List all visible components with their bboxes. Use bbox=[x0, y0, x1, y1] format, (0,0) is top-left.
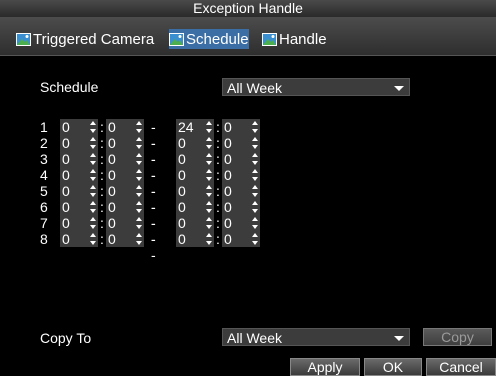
end-minute-field[interactable]: 0 bbox=[222, 135, 250, 151]
row-number: 4 bbox=[40, 167, 48, 183]
tab-divider bbox=[0, 55, 496, 56]
ok-button[interactable]: OK bbox=[364, 358, 422, 376]
start-hour-field[interactable]: 0 bbox=[60, 199, 88, 215]
start-minute-spinner[interactable] bbox=[134, 135, 144, 151]
start-minute-field[interactable]: 0 bbox=[106, 167, 134, 183]
landscape-picture-icon bbox=[262, 32, 277, 46]
start-hour-spinner[interactable] bbox=[88, 119, 98, 135]
cancel-button[interactable]: Cancel bbox=[426, 358, 496, 376]
start-hour-spinner[interactable] bbox=[88, 231, 98, 247]
start-minute-spinner[interactable] bbox=[134, 183, 144, 199]
start-hour-spinner[interactable] bbox=[88, 151, 98, 167]
start-hour-field[interactable]: 0 bbox=[60, 183, 88, 199]
end-minute-spinner[interactable] bbox=[250, 215, 260, 231]
end-hour-field[interactable]: 0 bbox=[176, 151, 204, 167]
start-minute-field[interactable]: 0 bbox=[106, 231, 134, 247]
tab-handle-label: Handle bbox=[279, 30, 327, 48]
start-hour-field[interactable]: 0 bbox=[60, 151, 88, 167]
start-minute-spinner[interactable] bbox=[134, 215, 144, 231]
start-minute-field[interactable]: 0 bbox=[106, 215, 134, 231]
end-hour-spinner[interactable] bbox=[204, 151, 214, 167]
chevron-down-icon bbox=[394, 336, 404, 341]
end-hour-spinner[interactable] bbox=[204, 183, 214, 199]
row-number: 5 bbox=[40, 183, 48, 199]
tab-handle[interactable]: Handle bbox=[262, 29, 327, 49]
row-number: 1 bbox=[40, 119, 48, 135]
end-minute-spinner[interactable] bbox=[250, 199, 260, 215]
end-minute-spinner[interactable] bbox=[250, 119, 260, 135]
end-minute-spinner[interactable] bbox=[250, 231, 260, 247]
start-minute-field[interactable]: 0 bbox=[106, 151, 134, 167]
end-hour-spinner[interactable] bbox=[204, 231, 214, 247]
start-minute-spinner[interactable] bbox=[134, 151, 144, 167]
start-minute-spinner[interactable] bbox=[134, 199, 144, 215]
start-hour-field[interactable]: 0 bbox=[60, 135, 88, 151]
tab-bar: Triggered Camera Schedule Handle bbox=[0, 17, 496, 55]
tab-triggered-camera-label: Triggered Camera bbox=[33, 30, 155, 48]
copy-to-label: Copy To bbox=[40, 330, 92, 346]
end-minute-spinner[interactable] bbox=[250, 135, 260, 151]
start-hour-spinner[interactable] bbox=[88, 135, 98, 151]
start-minute-field[interactable]: 0 bbox=[106, 119, 134, 135]
start-minute-spinner[interactable] bbox=[134, 231, 144, 247]
window-title: Exception Handle bbox=[0, 0, 496, 17]
end-hour-field[interactable]: 0 bbox=[176, 135, 204, 151]
end-minute-field[interactable]: 0 bbox=[222, 151, 250, 167]
end-hour-spinner[interactable] bbox=[204, 119, 214, 135]
copy-to-dropdown-value: All Week bbox=[227, 330, 282, 346]
start-hour-spinner[interactable] bbox=[88, 215, 98, 231]
landscape-picture-icon bbox=[16, 32, 31, 46]
schedule-label: Schedule bbox=[40, 79, 99, 95]
row-number: 3 bbox=[40, 151, 48, 167]
start-hour-field[interactable]: 0 bbox=[60, 215, 88, 231]
schedule-dropdown[interactable]: All Week bbox=[222, 78, 410, 96]
start-hour-spinner[interactable] bbox=[88, 167, 98, 183]
start-minute-field[interactable]: 0 bbox=[106, 199, 134, 215]
start-minute-spinner[interactable] bbox=[134, 167, 144, 183]
start-hour-spinner[interactable] bbox=[88, 199, 98, 215]
end-hour-field[interactable]: 0 bbox=[176, 183, 204, 199]
end-minute-spinner[interactable] bbox=[250, 151, 260, 167]
end-minute-field[interactable]: 0 bbox=[222, 183, 250, 199]
tab-triggered-camera[interactable]: Triggered Camera bbox=[16, 29, 154, 49]
landscape-picture-icon bbox=[169, 32, 184, 46]
start-hour-field[interactable]: 0 bbox=[60, 231, 88, 247]
schedule-dropdown-value: All Week bbox=[227, 80, 282, 96]
start-hour-spinner[interactable] bbox=[88, 183, 98, 199]
apply-button[interactable]: Apply bbox=[290, 358, 360, 376]
end-minute-field[interactable]: 0 bbox=[222, 167, 250, 183]
end-hour-spinner[interactable] bbox=[204, 135, 214, 151]
end-minute-field[interactable]: 0 bbox=[222, 119, 250, 135]
start-minute-field[interactable]: 0 bbox=[106, 135, 134, 151]
end-minute-field[interactable]: 0 bbox=[222, 231, 250, 247]
end-hour-spinner[interactable] bbox=[204, 215, 214, 231]
end-hour-field[interactable]: 24 bbox=[176, 119, 204, 135]
end-hour-spinner[interactable] bbox=[204, 199, 214, 215]
end-hour-field[interactable]: 0 bbox=[176, 199, 204, 215]
exception-handle-window: Exception Handle Triggered Camera Schedu… bbox=[0, 0, 496, 376]
copy-button[interactable]: Copy bbox=[423, 328, 492, 346]
end-minute-spinner[interactable] bbox=[250, 167, 260, 183]
start-hour-field[interactable]: 0 bbox=[60, 119, 88, 135]
row-number: 2 bbox=[40, 135, 48, 151]
end-hour-spinner[interactable] bbox=[204, 167, 214, 183]
chevron-down-icon bbox=[394, 86, 404, 91]
tab-schedule-label: Schedule bbox=[186, 30, 249, 48]
end-hour-field[interactable]: 0 bbox=[176, 167, 204, 183]
row-number: 6 bbox=[40, 199, 48, 215]
end-hour-field[interactable]: 0 bbox=[176, 231, 204, 247]
start-hour-field[interactable]: 0 bbox=[60, 167, 88, 183]
end-minute-field[interactable]: 0 bbox=[222, 199, 250, 215]
tab-schedule[interactable]: Schedule bbox=[169, 29, 249, 49]
end-hour-field[interactable]: 0 bbox=[176, 215, 204, 231]
row-number: 7 bbox=[40, 215, 48, 231]
copy-to-dropdown[interactable]: All Week bbox=[222, 328, 410, 346]
end-minute-field[interactable]: 0 bbox=[222, 215, 250, 231]
time-range-dash: -- bbox=[151, 231, 156, 263]
start-minute-field[interactable]: 0 bbox=[106, 183, 134, 199]
start-minute-spinner[interactable] bbox=[134, 119, 144, 135]
end-minute-spinner[interactable] bbox=[250, 183, 260, 199]
row-number: 8 bbox=[40, 231, 48, 247]
